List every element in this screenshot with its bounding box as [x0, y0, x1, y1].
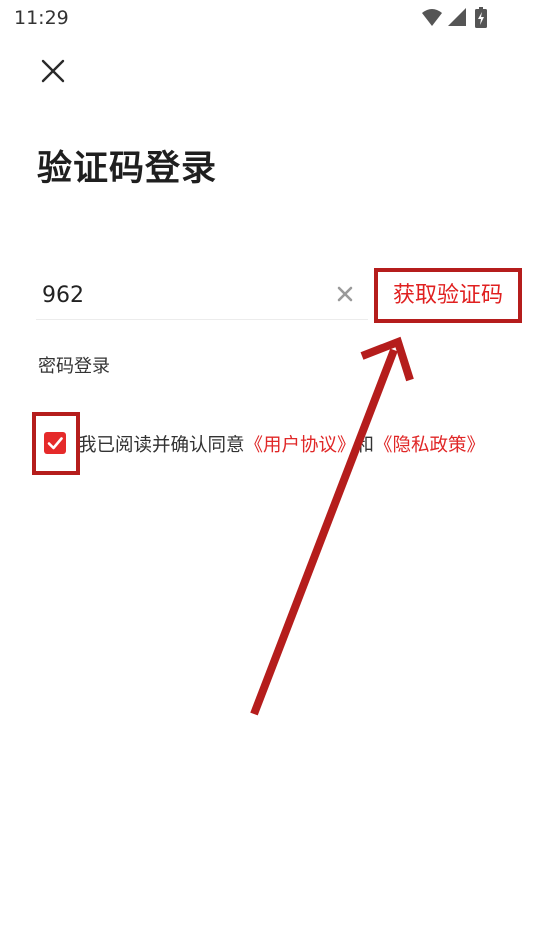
- status-bar: 11:29: [0, 0, 535, 38]
- annotation-box-get-code: [374, 268, 522, 323]
- privacy-policy-link[interactable]: 《隐私政策》: [374, 435, 485, 456]
- input-underline: [36, 319, 368, 320]
- agreement-prefix: 我已阅读并确认同意: [78, 435, 245, 456]
- agreement-conjunction: 和: [355, 435, 375, 456]
- password-login-link[interactable]: 密码登录: [38, 352, 110, 378]
- clear-input-button[interactable]: [333, 280, 357, 308]
- status-icons: [422, 7, 487, 28]
- verification-code-input[interactable]: [36, 272, 328, 318]
- annotation-box-checkbox: [32, 412, 80, 475]
- page-title: 验证码登录: [37, 149, 218, 189]
- close-icon: [41, 59, 65, 83]
- wifi-icon: [422, 9, 442, 26]
- user-agreement-link[interactable]: 《用户协议》: [245, 435, 356, 456]
- agreement-text: 我已阅读并确认同意《用户协议》和《隐私政策》: [78, 431, 485, 457]
- battery-charging-icon: [475, 7, 487, 28]
- cell-signal-icon: [448, 8, 466, 26]
- close-button[interactable]: [36, 54, 70, 88]
- clear-icon: [337, 286, 353, 302]
- status-time: 11:29: [14, 7, 69, 29]
